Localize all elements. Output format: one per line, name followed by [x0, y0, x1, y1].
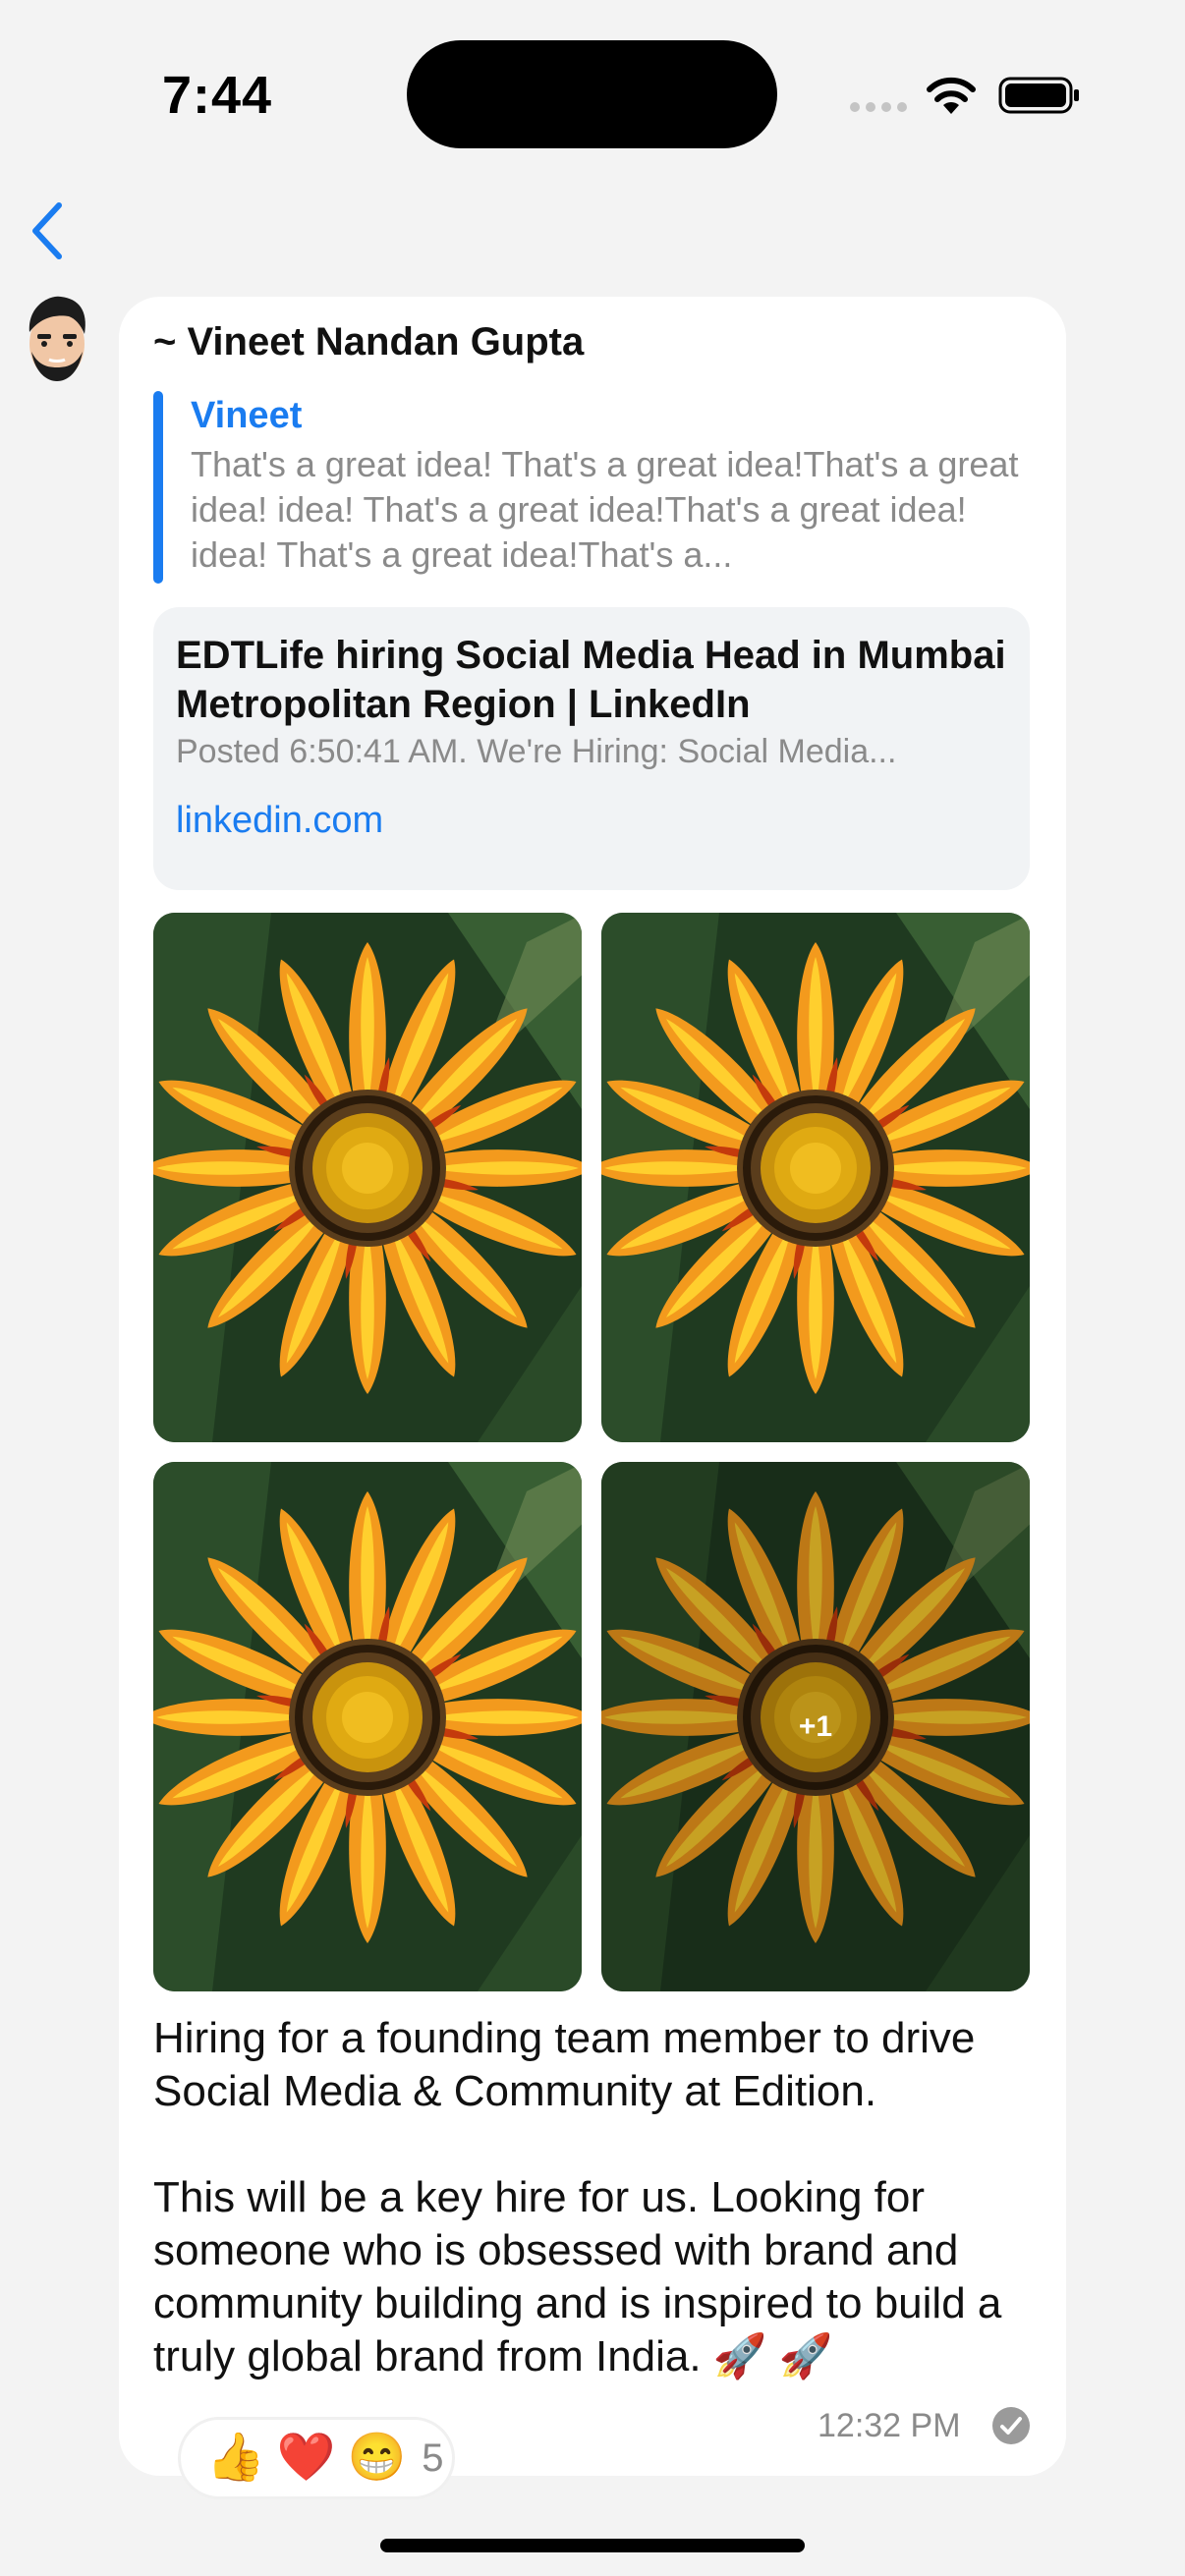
message-text: Hiring for a founding team member to dri…	[153, 2014, 1002, 2380]
dynamic-island	[407, 40, 777, 148]
home-indicator[interactable]	[380, 2539, 805, 2552]
more-photos-overlay: +1	[601, 1462, 1030, 1991]
chevron-left-icon	[32, 202, 62, 259]
status-bar: 7:44	[0, 0, 1185, 196]
cellular-signal-icon	[850, 102, 907, 112]
quote-bar	[153, 391, 163, 584]
avatar[interactable]	[22, 295, 92, 385]
heart-reaction: ❤️	[276, 2432, 336, 2484]
quote-text: That's a great idea! That's a great idea…	[191, 444, 1019, 575]
read-check-icon	[992, 2407, 1030, 2444]
status-time: 7:44	[162, 66, 273, 125]
link-preview-card[interactable]: EDTLife hiring Social Media Head in Mumb…	[153, 607, 1030, 890]
more-photos-count: +1	[798, 1709, 833, 1743]
grin-reaction: 😁	[347, 2432, 407, 2484]
photo-thumbnail-more[interactable]: +1	[601, 1462, 1030, 1991]
thumbs-up-reaction: 👍	[206, 2432, 265, 2484]
link-preview-title: EDTLife hiring Social Media Head in Mumb…	[176, 634, 1006, 726]
sender-name[interactable]: ~ Vineet Nandan Gupta	[153, 320, 584, 364]
link-preview-description: Posted 6:50:41 AM. We're Hiring: Social …	[176, 733, 897, 770]
photo-thumbnail[interactable]	[601, 913, 1030, 1442]
message-bubble[interactable]: ~ Vineet Nandan Gupta Vineet That's a gr…	[119, 297, 1066, 2476]
battery-icon	[998, 77, 1079, 114]
wifi-icon	[927, 77, 976, 114]
reaction-count: 5	[422, 2436, 444, 2480]
back-button[interactable]	[18, 196, 77, 265]
photo-thumbnail[interactable]	[153, 913, 582, 1442]
quoted-message[interactable]: Vineet That's a great idea! That's a gre…	[153, 391, 1030, 586]
reactions-pill[interactable]: 👍 ❤️ 😁 5	[178, 2417, 455, 2499]
message-timestamp: 12:32 PM	[818, 2407, 961, 2444]
quote-author: Vineet	[191, 395, 303, 436]
link-preview-domain[interactable]: linkedin.com	[176, 800, 383, 842]
photo-thumbnail[interactable]	[153, 1462, 582, 1991]
